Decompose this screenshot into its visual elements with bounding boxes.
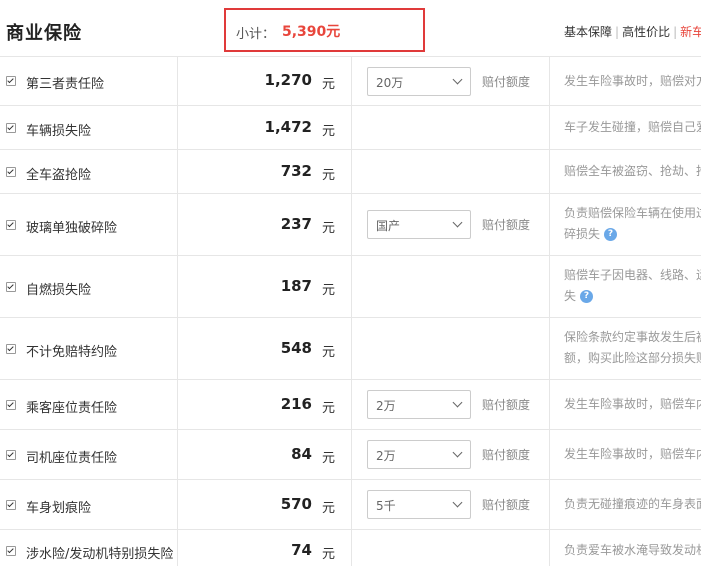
item-name: 车辆损失险 [26, 124, 92, 139]
coverage-select[interactable]: 国产 [367, 210, 471, 239]
item-unit: 元 [322, 77, 336, 92]
chevron-down-icon [452, 217, 463, 228]
list-item: 第三者责任险 1,270 元 20万 赔付额度 发生车险事故时，赔偿对方 [0, 56, 701, 106]
item-description: 车子发生碰撞，赔偿自己爱 [564, 120, 701, 134]
coverage-select[interactable]: 2万 [367, 390, 471, 419]
chevron-down-icon [452, 497, 463, 508]
item-description: 发生车险事故时，赔偿车内 [564, 397, 701, 411]
item-description: 负责无碰撞痕迹的车身表面 [564, 497, 701, 511]
item-description: 赔偿全车被盗窃、抢劫、抢 [564, 164, 701, 178]
tab-divider: | [615, 25, 620, 39]
coverage-label: 赔付额度 [482, 218, 531, 232]
tab-value[interactable]: 高性价比 [622, 25, 670, 39]
item-checkbox[interactable] [6, 400, 16, 410]
item-name: 不计免赔特约险 [26, 345, 118, 360]
item-price: 84 [291, 445, 312, 463]
item-price: 732 [280, 162, 312, 180]
item-checkbox[interactable] [6, 500, 16, 510]
item-description: 发生车险事故时，赔偿车内 [564, 447, 701, 461]
item-checkbox[interactable] [6, 450, 16, 460]
item-name: 涉水险/发动机特别损失险 [26, 547, 174, 562]
item-checkbox[interactable] [6, 167, 16, 177]
chevron-down-icon [452, 74, 463, 85]
coverage-select-value: 2万 [376, 399, 396, 413]
item-price: 548 [280, 339, 312, 357]
item-checkbox[interactable] [6, 282, 16, 292]
help-icon[interactable]: ? [604, 228, 618, 241]
coverage-select[interactable]: 20万 [367, 67, 471, 96]
page-title: 商业保险 [6, 23, 82, 44]
item-name: 全车盗抢险 [26, 168, 92, 183]
item-checkbox[interactable] [6, 546, 16, 556]
coverage-label: 赔付额度 [482, 75, 531, 89]
item-price: 187 [280, 277, 312, 295]
item-checkbox[interactable] [6, 123, 16, 133]
item-unit: 元 [322, 283, 336, 298]
item-checkbox[interactable] [6, 76, 16, 86]
tab-new-car[interactable]: 新车 [680, 25, 701, 39]
item-unit: 元 [322, 345, 336, 360]
coverage-select-value: 20万 [376, 76, 404, 90]
list-item: 涉水险/发动机特别损失险 74 元 负责爱车被水淹导致发动机 [0, 530, 701, 566]
item-price: 570 [280, 495, 312, 513]
item-checkbox[interactable] [6, 220, 16, 230]
plan-tabs: 基本保障 | 高性价比 | 新车 [564, 23, 701, 40]
chevron-down-icon [452, 397, 463, 408]
item-name: 车身划痕险 [26, 501, 92, 516]
subtotal-label: 小计： [236, 27, 276, 42]
coverage-select-value: 2万 [376, 449, 396, 463]
list-item: 不计免赔特约险 548 元 保险条款约定事故发生后被 额，购买此险这部分损失赔 [0, 318, 701, 380]
tab-divider: | [673, 25, 678, 39]
item-name: 第三者责任险 [26, 77, 105, 92]
item-unit: 元 [322, 401, 336, 416]
item-unit: 元 [322, 547, 336, 562]
item-unit: 元 [322, 124, 336, 139]
list-item: 玻璃单独破碎险 237 元 国产 赔付额度 负责赔偿保险车辆在使用过 碎损失? [0, 194, 701, 256]
item-price: 1,472 [264, 118, 312, 136]
coverage-select-value: 国产 [376, 219, 401, 233]
item-unit: 元 [322, 221, 336, 236]
coverage-label: 赔付额度 [482, 448, 531, 462]
item-description: 负责爱车被水淹导致发动机 [564, 543, 701, 557]
list-item: 车辆损失险 1,472 元 车子发生碰撞，赔偿自己爱 [0, 106, 701, 150]
item-price: 1,270 [264, 71, 312, 89]
item-checkbox[interactable] [6, 344, 16, 354]
item-name: 玻璃单独破碎险 [26, 221, 118, 236]
list-item: 乘客座位责任险 216 元 2万 赔付额度 发生车险事故时，赔偿车内 [0, 380, 701, 430]
item-unit: 元 [322, 168, 336, 183]
item-description: 保险条款约定事故发生后被 额，购买此险这部分损失赔 [564, 330, 701, 365]
list-item: 车身划痕险 570 元 5千 赔付额度 负责无碰撞痕迹的车身表面 [0, 480, 701, 530]
coverage-label: 赔付额度 [482, 398, 531, 412]
header: 商业保险 小计： 5,390元 基本保障 | 高性价比 | 新车 [0, 0, 701, 56]
list-item: 全车盗抢险 732 元 赔偿全车被盗窃、抢劫、抢 [0, 150, 701, 194]
help-icon[interactable]: ? [580, 290, 594, 303]
coverage-select[interactable]: 2万 [367, 440, 471, 469]
subtotal-box: 小计： 5,390元 [224, 8, 425, 52]
chevron-down-icon [452, 447, 463, 458]
coverage-label: 赔付额度 [482, 498, 531, 512]
coverage-select[interactable]: 5千 [367, 490, 471, 519]
tab-basic[interactable]: 基本保障 [564, 25, 612, 39]
coverage-select-value: 5千 [376, 499, 396, 513]
item-description: 发生车险事故时，赔偿对方 [564, 74, 701, 88]
item-price: 237 [280, 215, 312, 233]
item-name: 乘客座位责任险 [26, 401, 118, 416]
subtotal-value: 5,390元 [282, 24, 341, 40]
item-price: 74 [291, 541, 312, 559]
list-item: 司机座位责任险 84 元 2万 赔付额度 发生车险事故时，赔偿车内 [0, 430, 701, 480]
item-unit: 元 [322, 501, 336, 516]
item-unit: 元 [322, 451, 336, 466]
item-name: 自燃损失险 [26, 283, 92, 298]
item-name: 司机座位责任险 [26, 451, 118, 466]
item-description: 赔偿车子因电器、线路、运失? [564, 268, 701, 303]
item-price: 216 [280, 395, 312, 413]
list-item: 自燃损失险 187 元 赔偿车子因电器、线路、运失? [0, 256, 701, 318]
item-description: 负责赔偿保险车辆在使用过 碎损失? [564, 206, 701, 241]
